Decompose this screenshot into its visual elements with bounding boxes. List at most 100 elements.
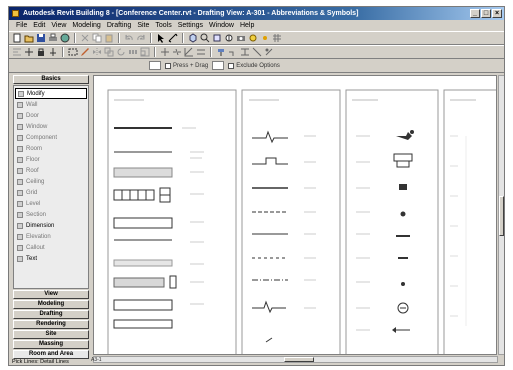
lock-icon[interactable] xyxy=(36,47,46,57)
filter-button[interactable] xyxy=(212,61,225,70)
grid-icon xyxy=(17,189,23,196)
press-drag-option[interactable]: Press + Drag xyxy=(165,62,208,69)
move-icon[interactable] xyxy=(24,47,34,57)
wall-join-icon[interactable] xyxy=(240,47,250,57)
rotate-icon[interactable] xyxy=(116,47,126,57)
modify-arrow-icon[interactable] xyxy=(156,33,166,43)
tool-dimension[interactable]: Dimension xyxy=(15,220,87,231)
press-drag-checkbox[interactable] xyxy=(165,62,171,69)
scale-icon[interactable] xyxy=(140,47,150,57)
exclude-options-checkbox[interactable] xyxy=(228,62,235,69)
menu-site[interactable]: Site xyxy=(134,22,152,29)
design-tab-massing[interactable]: Massing xyxy=(13,340,89,349)
vertical-scrollbar[interactable] xyxy=(498,75,504,355)
section-view-icon[interactable] xyxy=(212,33,222,43)
close-button[interactable]: × xyxy=(492,9,502,18)
text-icon xyxy=(17,255,23,262)
copy-element-icon[interactable] xyxy=(104,47,114,57)
zoom-icon[interactable] xyxy=(200,33,210,43)
print-icon[interactable] xyxy=(48,33,58,43)
open-icon[interactable] xyxy=(24,33,34,43)
split-icon[interactable] xyxy=(172,47,182,57)
tool-wall[interactable]: Wall xyxy=(15,99,87,110)
tool-callout[interactable]: Callout xyxy=(15,242,87,253)
pencil-icon[interactable] xyxy=(80,47,90,57)
drafting-view[interactable] xyxy=(94,76,497,355)
exclude-options-option[interactable]: Exclude Options xyxy=(228,62,280,69)
sun-icon[interactable] xyxy=(260,33,270,43)
save-icon[interactable] xyxy=(36,33,46,43)
title-bar[interactable]: Autodesk Revit Building 8 - [Conference … xyxy=(9,7,504,20)
globe-icon[interactable] xyxy=(60,33,70,43)
join-icon[interactable] xyxy=(228,47,238,57)
tool-roof[interactable]: Roof xyxy=(15,165,87,176)
menu-settings[interactable]: Settings xyxy=(175,22,206,29)
elevation-view-icon[interactable] xyxy=(224,33,234,43)
demolish-icon[interactable] xyxy=(264,47,274,57)
menu-edit[interactable]: Edit xyxy=(30,22,48,29)
app-icon[interactable] xyxy=(12,10,19,17)
cut-icon[interactable] xyxy=(80,33,90,43)
pin-icon[interactable] xyxy=(48,47,58,57)
design-tab-drafting[interactable]: Drafting xyxy=(13,310,89,319)
callout-icon xyxy=(17,244,23,251)
tool-label: Elevation xyxy=(26,233,51,240)
render-icon[interactable] xyxy=(248,33,258,43)
grid-snap-icon[interactable] xyxy=(272,33,282,43)
design-tab-rendering[interactable]: Rendering xyxy=(13,320,89,329)
rectangle-select-icon[interactable] xyxy=(68,47,78,57)
tool-elevation[interactable]: Elevation xyxy=(15,231,87,242)
tool-label: Modify xyxy=(27,90,45,97)
align-icon[interactable] xyxy=(12,47,22,57)
drawing-canvas[interactable] xyxy=(93,75,497,355)
design-bar-header[interactable]: Basics xyxy=(13,75,89,84)
tool-grid[interactable]: Grid xyxy=(15,187,87,198)
minimize-button[interactable]: _ xyxy=(470,9,480,18)
menu-modeling[interactable]: Modeling xyxy=(69,22,103,29)
horizontal-scrollbar[interactable] xyxy=(93,356,498,363)
tool-door[interactable]: Door xyxy=(15,110,87,121)
vertical-scroll-thumb[interactable] xyxy=(499,196,504,236)
properties-button[interactable] xyxy=(149,61,161,70)
paint-icon[interactable] xyxy=(216,47,226,57)
mirror-icon[interactable] xyxy=(92,47,102,57)
array-icon[interactable] xyxy=(128,47,138,57)
tool-label: Level xyxy=(26,200,41,207)
tool-level[interactable]: Level xyxy=(15,198,87,209)
offset-icon[interactable] xyxy=(196,47,206,57)
paste-icon[interactable] xyxy=(104,33,114,43)
copy-icon[interactable] xyxy=(92,33,102,43)
toolbar-separator xyxy=(210,47,212,57)
tool-component[interactable]: Component xyxy=(15,132,87,143)
toolbar-separator xyxy=(150,33,152,43)
tool-modify[interactable]: Modify xyxy=(15,88,87,99)
tool-text[interactable]: Text xyxy=(15,253,87,264)
tool-window[interactable]: Window xyxy=(15,121,87,132)
cut-geometry-icon[interactable] xyxy=(252,47,262,57)
menu-help[interactable]: Help xyxy=(237,22,257,29)
tool-floor[interactable]: Floor xyxy=(15,154,87,165)
design-tab-modeling[interactable]: Modeling xyxy=(13,300,89,309)
new-icon[interactable] xyxy=(12,33,22,43)
measure-icon[interactable] xyxy=(168,33,178,43)
menu-window[interactable]: Window xyxy=(206,22,237,29)
trim-icon[interactable] xyxy=(184,47,194,57)
camera-icon[interactable] xyxy=(236,33,246,43)
maximize-button[interactable]: □ xyxy=(481,9,491,18)
tool-ceiling[interactable]: Ceiling xyxy=(15,176,87,187)
menu-file[interactable]: File xyxy=(13,22,30,29)
align-tool-icon[interactable] xyxy=(160,47,170,57)
redo-icon[interactable] xyxy=(136,33,146,43)
view-3d-icon[interactable] xyxy=(188,33,198,43)
window-controls: _ □ × xyxy=(470,9,502,18)
design-tab-view[interactable]: View xyxy=(13,290,89,299)
tool-section[interactable]: Section xyxy=(15,209,87,220)
menu-drafting[interactable]: Drafting xyxy=(104,22,135,29)
horizontal-scroll-thumb[interactable] xyxy=(284,357,314,362)
menu-tools[interactable]: Tools xyxy=(152,22,174,29)
tool-room[interactable]: Room xyxy=(15,143,87,154)
undo-icon[interactable] xyxy=(124,33,134,43)
page-tab[interactable]: A3-1 xyxy=(91,357,102,363)
design-tab-site[interactable]: Site xyxy=(13,330,89,339)
menu-view[interactable]: View xyxy=(48,22,69,29)
